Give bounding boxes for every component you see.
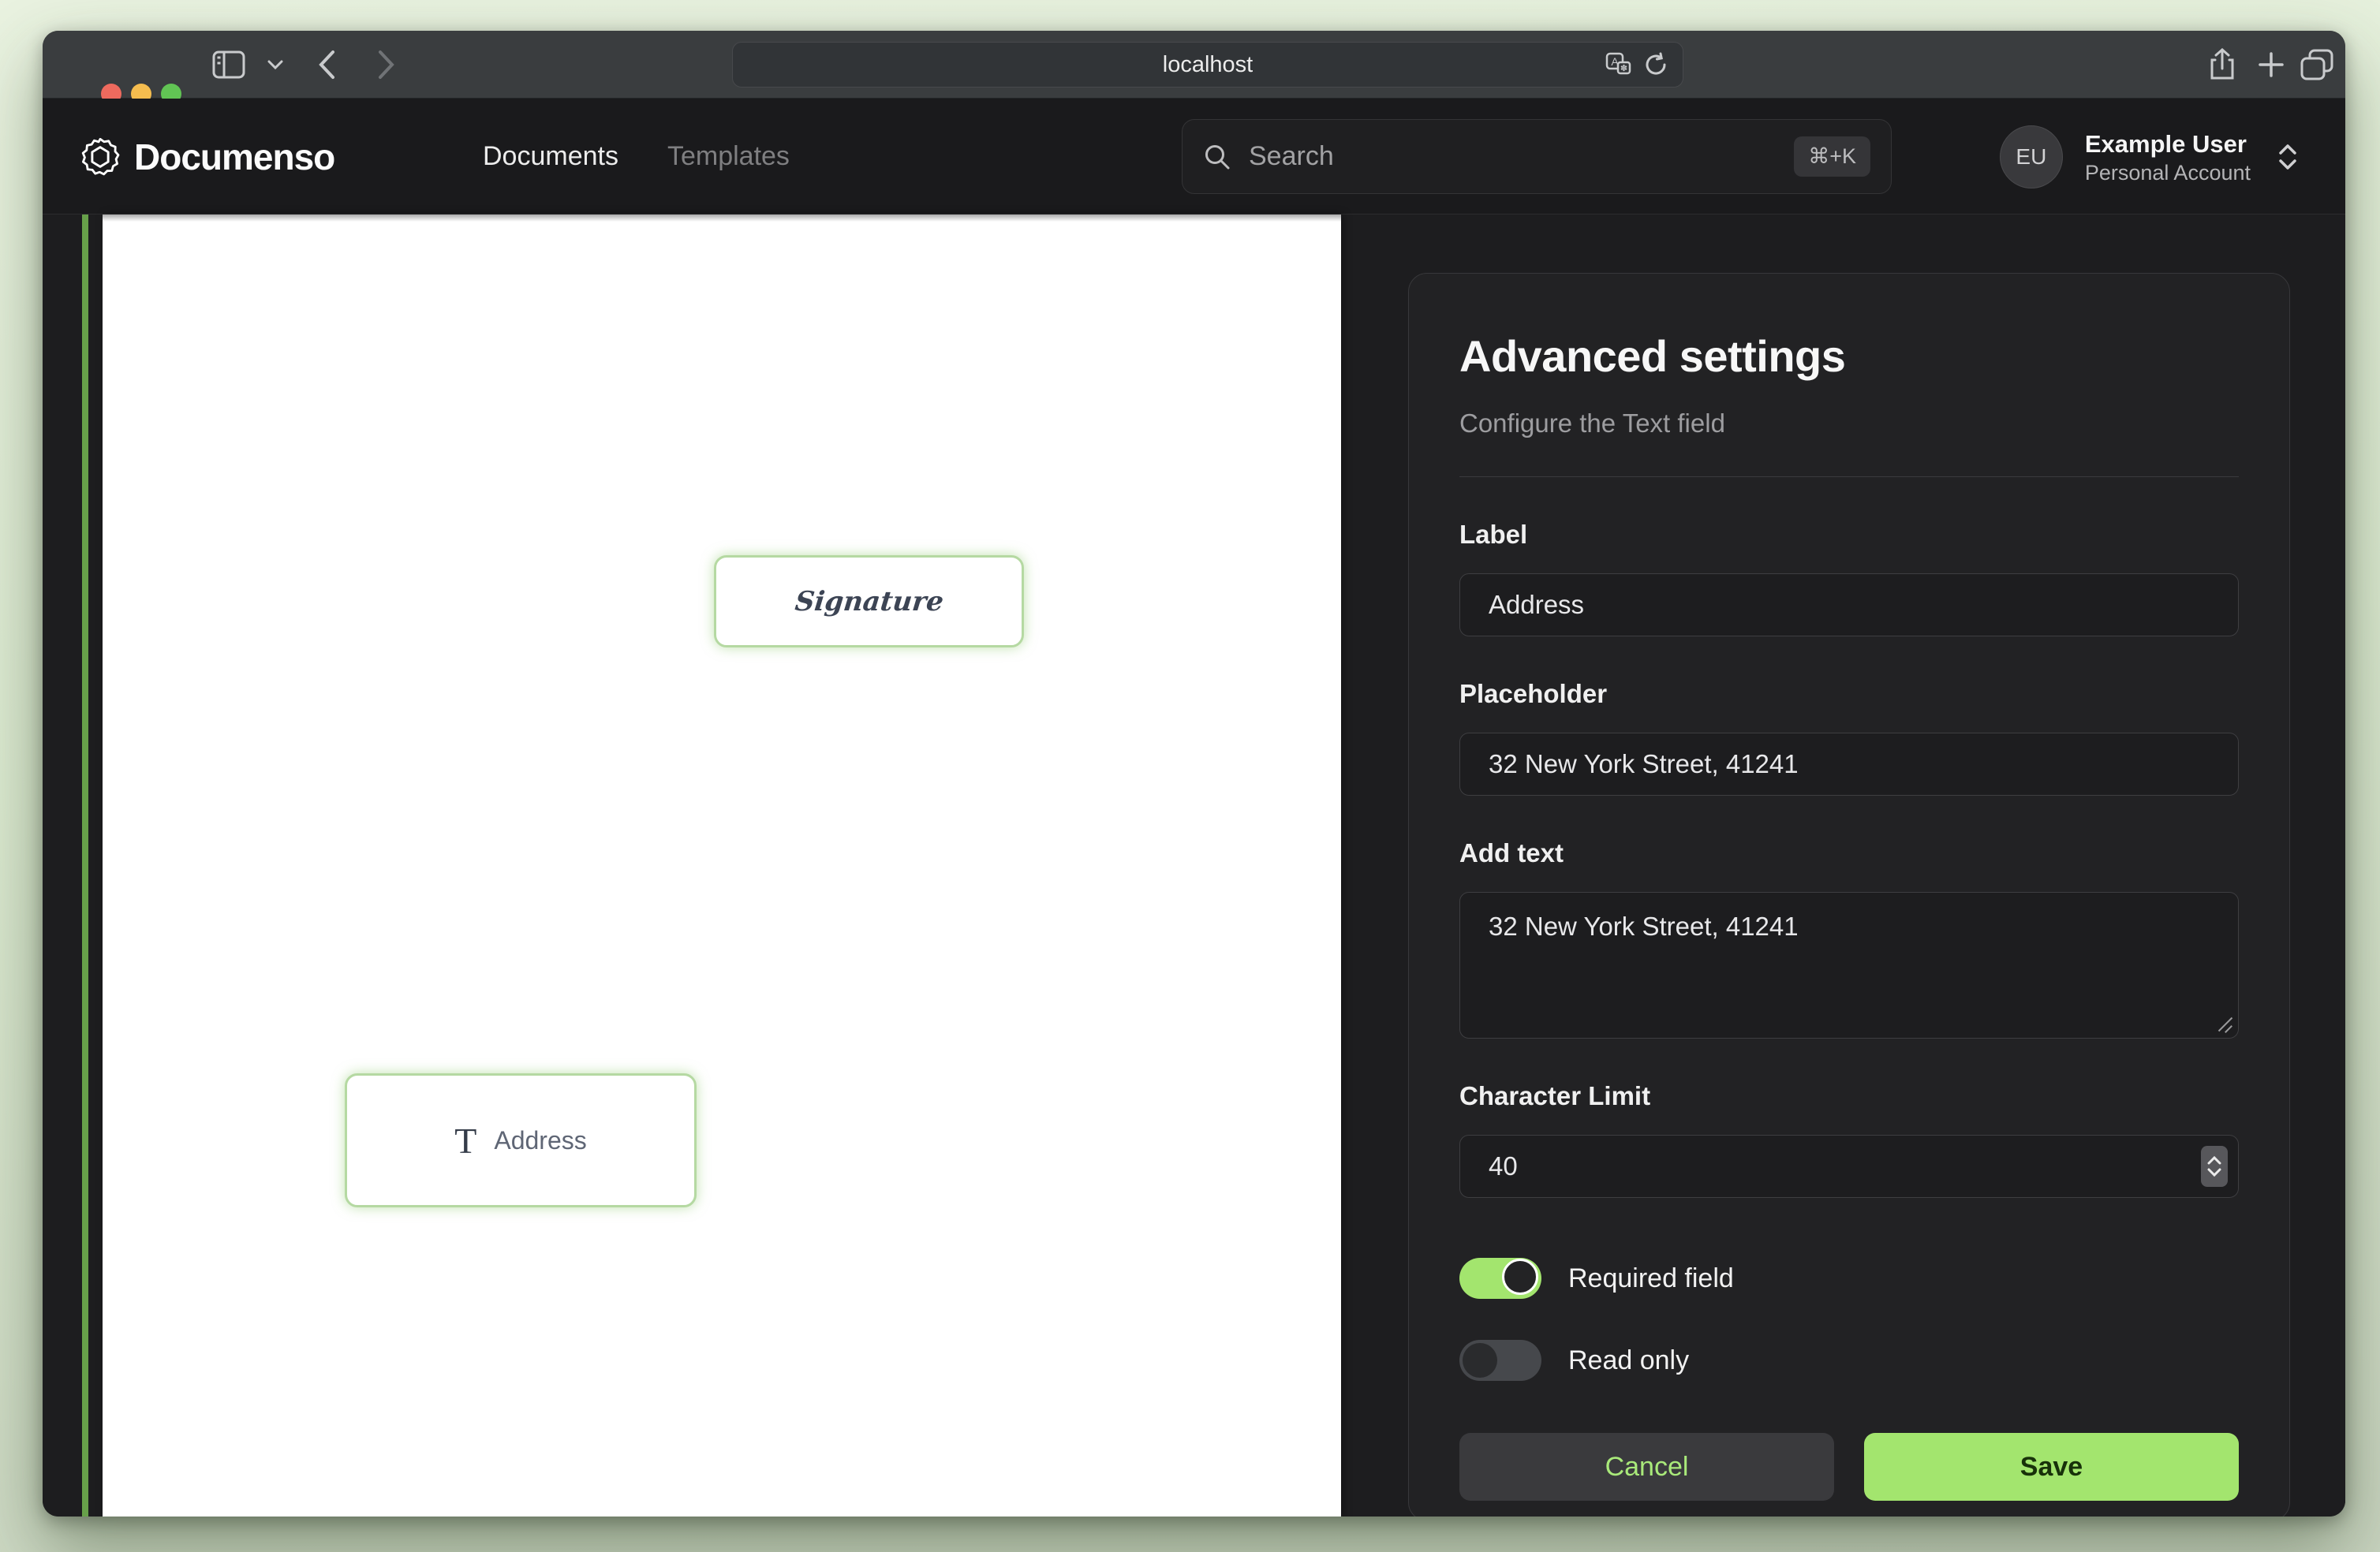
- divider: [1459, 476, 2239, 477]
- panel-title: Advanced settings: [1459, 330, 2239, 382]
- reload-icon[interactable]: [1643, 52, 1668, 77]
- save-button[interactable]: Save: [1864, 1433, 2239, 1501]
- cancel-button[interactable]: Cancel: [1459, 1433, 1834, 1501]
- tab-overview-icon[interactable]: [2295, 31, 2339, 99]
- app-header: Documenso Documents Templates Search ⌘+K…: [43, 99, 2345, 215]
- toggle-knob: [1463, 1343, 1497, 1378]
- character-limit-input[interactable]: [1459, 1135, 2239, 1198]
- url-text: localhost: [1163, 52, 1253, 78]
- address-bar[interactable]: localhost A ✽: [732, 42, 1683, 88]
- sidebar-toggle-icon[interactable]: [205, 31, 252, 99]
- user-menu[interactable]: EU Example User Personal Account: [2000, 99, 2298, 215]
- chevron-down-icon[interactable]: [262, 31, 289, 99]
- read-only-toggle-label: Read only: [1568, 1345, 1689, 1376]
- search-icon: [1203, 143, 1231, 171]
- translate-icon[interactable]: A ✽: [1605, 52, 1632, 77]
- search-placeholder: Search: [1249, 141, 1794, 172]
- nav-documents[interactable]: Documents: [483, 141, 618, 172]
- new-tab-icon[interactable]: [2251, 31, 2292, 99]
- add-text-field-label: Add text: [1459, 838, 2239, 868]
- page-indicator-rail: [82, 215, 88, 1517]
- document-top-edge: [103, 215, 1341, 222]
- label-input[interactable]: [1459, 573, 2239, 636]
- avatar: EU: [2000, 125, 2063, 188]
- stepper-down-icon: [2207, 1168, 2221, 1177]
- signature-field[interactable]: Signature: [714, 555, 1024, 647]
- text-field-label: Address: [494, 1126, 586, 1155]
- add-text-textarea[interactable]: 32 New York Street, 41241: [1459, 892, 2239, 1039]
- avatar-initials: EU: [2016, 144, 2046, 170]
- back-button[interactable]: [305, 31, 349, 99]
- toggle-knob: [1502, 1259, 1538, 1295]
- share-icon[interactable]: [2200, 31, 2244, 99]
- text-field-address[interactable]: T Address: [345, 1073, 697, 1207]
- main-content: Signature T Address Advanced settings Co…: [43, 215, 2345, 1517]
- read-only-toggle[interactable]: [1459, 1340, 1541, 1381]
- browser-window: localhost A ✽: [43, 31, 2345, 1517]
- documenso-logo-icon: [79, 136, 121, 178]
- main-nav: Documents Templates: [483, 99, 790, 215]
- signature-field-label: Signature: [793, 586, 944, 617]
- placeholder-input[interactable]: [1459, 733, 2239, 796]
- svg-text:✽: ✽: [1620, 64, 1627, 73]
- character-limit-field-label: Character Limit: [1459, 1081, 2239, 1111]
- label-field-label: Label: [1459, 520, 2239, 550]
- placeholder-field-label: Placeholder: [1459, 679, 2239, 709]
- user-account-type: Personal Account: [2085, 161, 2251, 185]
- advanced-settings-panel: Advanced settings Configure the Text fie…: [1408, 273, 2290, 1517]
- document-page: Signature T Address: [103, 215, 1341, 1517]
- brand[interactable]: Documenso: [79, 99, 334, 215]
- text-field-icon: T: [454, 1120, 476, 1162]
- required-field-toggle[interactable]: [1459, 1258, 1541, 1299]
- brand-name: Documenso: [134, 136, 334, 178]
- user-name: Example User: [2085, 128, 2251, 161]
- search-shortcut-badge: ⌘+K: [1794, 136, 1870, 177]
- number-stepper[interactable]: [2201, 1146, 2228, 1187]
- nav-templates[interactable]: Templates: [667, 141, 790, 172]
- stepper-up-icon: [2207, 1156, 2221, 1165]
- chevrons-up-down-icon: [2277, 144, 2298, 170]
- forward-button[interactable]: [364, 31, 409, 99]
- required-field-toggle-label: Required field: [1568, 1263, 1734, 1294]
- browser-toolbar: localhost A ✽: [43, 31, 2345, 99]
- panel-subtitle: Configure the Text field: [1459, 409, 2239, 438]
- search-input[interactable]: Search ⌘+K: [1182, 119, 1892, 194]
